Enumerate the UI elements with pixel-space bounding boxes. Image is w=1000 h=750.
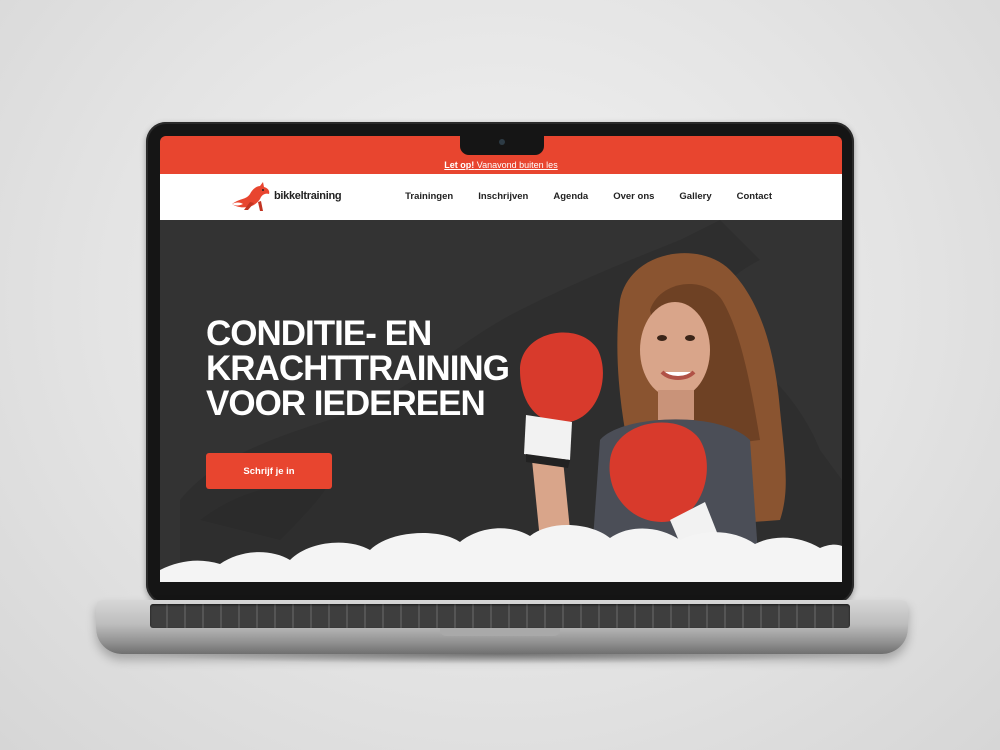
wave-divider — [160, 524, 842, 582]
laptop-shadow — [130, 654, 870, 664]
fox-logo-icon — [232, 182, 270, 211]
camera-icon — [499, 139, 505, 145]
trackpad-notch — [440, 628, 560, 636]
nav-item-agenda[interactable]: Agenda — [553, 191, 588, 202]
nav-item-inschrijven[interactable]: Inschrijven — [478, 191, 528, 202]
hero-section: CONDITIE- EN KRACHTTRAINING VOOR IEDEREE… — [160, 220, 842, 582]
hero-heading-line: KRACHTTRAINING — [206, 349, 510, 388]
alert-prefix: Let op! — [444, 160, 475, 170]
brand-name: bikkeltraining — [274, 190, 342, 202]
signup-button[interactable]: Schrijf je in — [206, 453, 332, 489]
main-navigation: bikkeltraining Trainingen Inschrijven Ag… — [160, 174, 842, 220]
alert-message: Vanavond buiten les — [474, 160, 558, 170]
laptop-keyboard — [150, 604, 850, 628]
nav-item-over-ons[interactable]: Over ons — [613, 191, 654, 202]
nav-item-trainingen[interactable]: Trainingen — [405, 191, 453, 202]
alert-link[interactable]: Let op! Vanavond buiten les — [160, 160, 842, 170]
hero-heading-line: CONDITIE- EN — [206, 314, 432, 353]
nav-item-contact[interactable]: Contact — [737, 191, 772, 202]
nav-menu: Trainingen Inschrijven Agenda Over ons G… — [405, 191, 772, 202]
hero-heading: CONDITIE- EN KRACHTTRAINING VOOR IEDEREE… — [206, 316, 536, 421]
nav-item-gallery[interactable]: Gallery — [679, 191, 711, 202]
hero-heading-line: VOOR IEDEREEN — [206, 384, 486, 423]
laptop-screen: Let op! Vanavond buiten les bikkeltraini… — [160, 136, 842, 582]
